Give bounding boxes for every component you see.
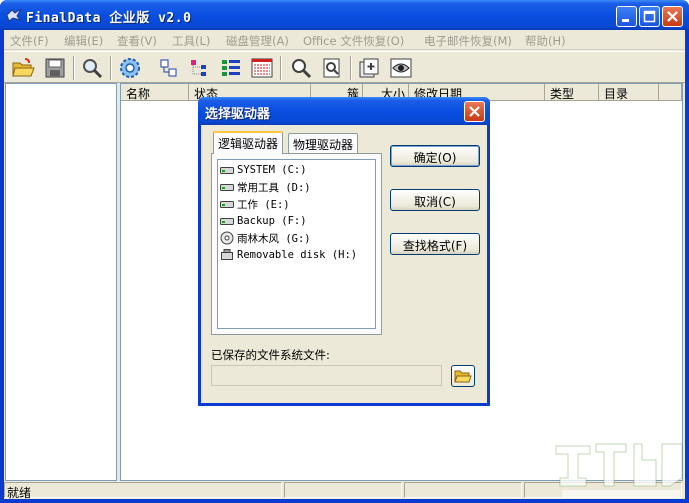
hard-drive-icon <box>220 167 234 174</box>
dialog-close-button[interactable] <box>464 101 485 122</box>
drive-item[interactable]: SYSTEM (C:) <box>220 162 307 178</box>
column-header-directory[interactable]: 目录 <box>599 84 659 101</box>
dialog-body: 逻辑驱动器 物理驱动器 SYSTEM (C:) 常用工具 (D:) 工作 (E:… <box>201 125 487 403</box>
hard-drive-icon <box>220 218 234 225</box>
hard-drive-icon <box>220 201 234 208</box>
preview-button[interactable] <box>388 55 414 81</box>
find-button[interactable] <box>288 55 314 81</box>
column-header-filler <box>659 84 682 101</box>
toolbar <box>4 51 685 83</box>
app-icon <box>6 8 22 22</box>
find-file-button[interactable] <box>319 55 345 81</box>
tab-logical-drives[interactable]: 逻辑驱动器 <box>213 131 284 154</box>
copy-icon <box>160 59 177 77</box>
status-bar: 就绪 <box>4 481 685 500</box>
removable-disk-icon <box>221 249 233 260</box>
drive-label: 工作 (E:) <box>237 198 290 211</box>
save-icon <box>45 58 65 78</box>
menu-disk-management[interactable]: 磁盘管理(A) <box>226 33 289 49</box>
open-folder-icon <box>454 370 472 383</box>
minimize-icon <box>622 19 629 22</box>
toolbar-separator <box>350 56 352 80</box>
search-button[interactable] <box>79 55 105 81</box>
folder-tree-pane[interactable] <box>5 83 117 481</box>
drive-list[interactable]: SYSTEM (C:) 常用工具 (D:) 工作 (E:) Backup (F:… <box>217 159 376 329</box>
drive-item[interactable]: 雨林木风 (G:) <box>220 230 311 246</box>
drive-label: SYSTEM (C:) <box>237 164 307 176</box>
select-drive-dialog: 选择驱动器 逻辑驱动器 物理驱动器 SYSTEM (C:) 常用工具 (D:) … <box>198 97 490 406</box>
find-format-button[interactable]: 查找格式(F) <box>390 233 480 255</box>
cancel-button[interactable]: 取消(C) <box>390 189 480 211</box>
menu-email-recovery[interactable]: 电子邮件恢复(M) <box>424 33 512 49</box>
tree-icon <box>191 60 206 76</box>
saved-file-system-label: 已保存的文件系统文件: <box>211 348 330 362</box>
drive-item[interactable]: 常用工具 (D:) <box>220 179 311 195</box>
status-panel-2 <box>284 482 402 498</box>
settings-button[interactable] <box>117 55 143 81</box>
drive-label: Backup (F:) <box>237 215 307 227</box>
menu-bar: 文件(F) 编辑(E) 查看(V) 工具(L) 磁盘管理(A) Office 文… <box>4 30 685 50</box>
menu-tools[interactable]: 工具(L) <box>172 33 210 49</box>
menu-file[interactable]: 文件(F) <box>10 33 49 49</box>
open-button[interactable] <box>10 55 36 81</box>
toolbar-separator <box>110 56 112 80</box>
search-icon <box>83 59 103 79</box>
open-folder-icon <box>12 58 35 77</box>
tree-list-button[interactable] <box>218 55 244 81</box>
copy-button[interactable] <box>156 55 182 81</box>
status-text: 就绪 <box>4 482 282 500</box>
drive-item[interactable]: Backup (F:) <box>220 213 307 229</box>
status-panel-4 <box>524 482 682 498</box>
dialog-title: 选择驱动器 <box>205 107 271 122</box>
drive-label: 常用工具 (D:) <box>237 181 311 194</box>
close-button[interactable] <box>662 6 683 27</box>
menu-help[interactable]: 帮助(H) <box>525 33 566 49</box>
find-file-icon <box>323 58 340 78</box>
column-header-name[interactable]: 名称 <box>121 84 189 101</box>
add-button[interactable] <box>356 55 382 81</box>
toolbar-separator <box>280 56 282 80</box>
saved-file-system-field[interactable] <box>211 365 442 386</box>
title-bar[interactable]: FinalData 企业版 v2.0 <box>0 0 689 30</box>
minimize-button[interactable] <box>616 6 637 27</box>
find-icon <box>292 59 312 79</box>
window-title: FinalData 企业版 v2.0 <box>26 11 192 26</box>
tree-view-button[interactable] <box>186 55 212 81</box>
tab-panel: SYSTEM (C:) 常用工具 (D:) 工作 (E:) Backup (F:… <box>211 153 382 335</box>
drive-item[interactable]: Removable disk (H:) <box>220 247 357 263</box>
maximize-icon <box>643 10 656 23</box>
hard-drive-icon <box>220 184 234 191</box>
status-panel-3 <box>404 482 522 498</box>
ok-button[interactable]: 确定(O) <box>390 145 480 167</box>
list-icon <box>251 58 273 78</box>
drive-label: 雨林木风 (G:) <box>237 232 311 245</box>
maximize-button[interactable] <box>639 6 660 27</box>
browse-button[interactable] <box>451 365 475 387</box>
close-icon <box>667 11 678 22</box>
menu-view[interactable]: 查看(V) <box>117 33 157 49</box>
cd-drive-icon <box>220 231 234 245</box>
toolbar-separator <box>73 56 75 80</box>
gear-icon <box>120 58 140 78</box>
preview-icon <box>390 58 412 78</box>
drive-label: Removable disk (H:) <box>237 249 358 261</box>
add-icon <box>359 58 379 78</box>
menu-edit[interactable]: 编辑(E) <box>64 33 103 49</box>
column-header-type[interactable]: 类型 <box>545 84 599 101</box>
drive-item[interactable]: 工作 (E:) <box>220 196 290 212</box>
menu-office-recovery[interactable]: Office 文件恢复(O) <box>303 33 404 49</box>
dialog-title-bar[interactable]: 选择驱动器 <box>198 97 490 125</box>
tab-physical-drives[interactable]: 物理驱动器 <box>288 133 359 153</box>
list-view-button[interactable] <box>249 55 275 81</box>
tree-list-icon <box>222 60 240 76</box>
close-icon <box>469 106 480 117</box>
save-button[interactable] <box>42 55 68 81</box>
